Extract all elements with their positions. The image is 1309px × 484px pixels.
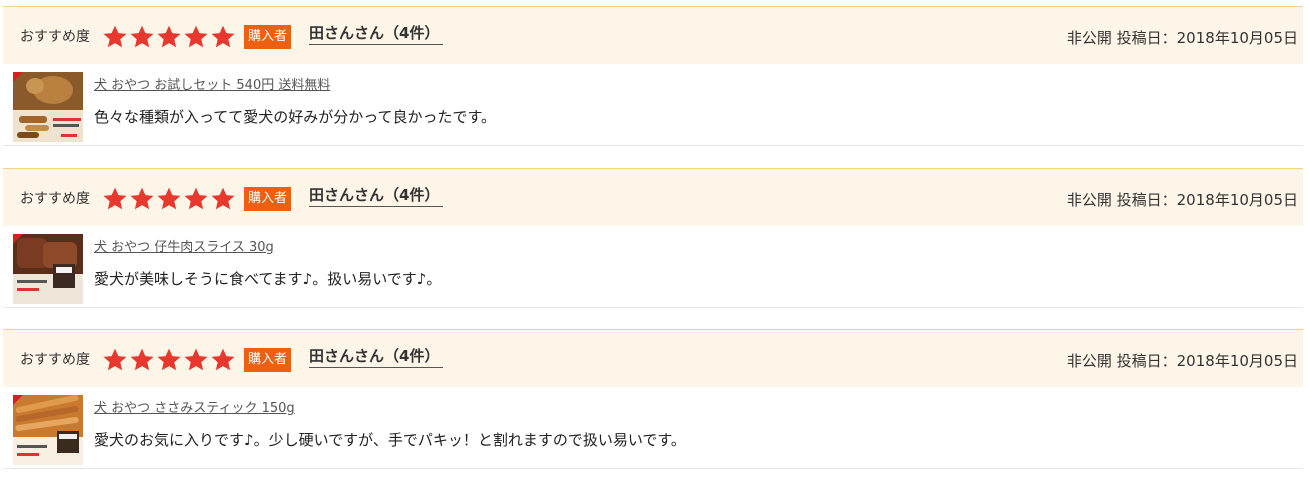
star-icon [102, 24, 129, 50]
review-item: おすすめ度 購入者 田さんさん（4件） 非公開 投稿日：2018年10月05日 [3, 162, 1306, 323]
review-meta: 非公開 投稿日：2018年10月05日 [1066, 29, 1298, 47]
review-body: 犬 おやつ 仔牛肉スライス 30g 愛犬が美味しそうに食べてます♪。扱い易いです… [3, 226, 1303, 308]
review-list: おすすめ度 購入者 田さんさん（4件） 非公開 投稿日：2018年10月05日 [3, 0, 1306, 484]
recommendation-label: おすすめ度 [20, 29, 90, 45]
review-header: おすすめ度 購入者 田さんさん（4件） 非公開 投稿日：2018年10月05日 [3, 6, 1303, 64]
review-body: 犬 おやつ ささみスティック 150g 愛犬のお気に入りです♪。少し硬いですが、… [3, 387, 1303, 469]
product-thumbnail[interactable] [13, 72, 83, 142]
review-item: おすすめ度 購入者 田さんさん（4件） 非公開 投稿日：2018年10月05日 [3, 323, 1306, 484]
divider [3, 468, 1303, 469]
review-item: おすすめ度 購入者 田さんさん（4件） 非公開 投稿日：2018年10月05日 [3, 0, 1306, 162]
reviewer-name-link[interactable]: 田さんさん（4件） [309, 184, 444, 207]
star-icon [156, 347, 183, 373]
reviewer-name-link[interactable]: 田さんさん（4件） [309, 345, 444, 368]
product-thumbnail[interactable] [13, 234, 83, 304]
star-icon [102, 186, 129, 212]
recommendation-label: おすすめ度 [20, 191, 90, 207]
star-icon [183, 347, 210, 373]
star-rating [102, 24, 237, 50]
buyer-badge: 購入者 [244, 348, 292, 372]
review-comment: 愛犬が美味しそうに食べてます♪。扱い易いです♪。 [94, 270, 442, 288]
review-meta: 非公開 投稿日：2018年10月05日 [1066, 352, 1298, 370]
product-link[interactable]: 犬 おやつ ささみスティック 150g [94, 397, 295, 416]
review-body: 犬 おやつ お試しセット 540円 送料無料 色々な種類が入ってて愛犬の好みが分… [3, 64, 1303, 146]
star-icon [183, 24, 210, 50]
recommendation-label: おすすめ度 [20, 352, 90, 368]
review-header: おすすめ度 購入者 田さんさん（4件） 非公開 投稿日：2018年10月05日 [3, 168, 1303, 226]
star-icon [129, 347, 156, 373]
star-icon [210, 24, 237, 50]
star-icon [102, 347, 129, 373]
star-icon [210, 347, 237, 373]
star-rating [102, 186, 237, 212]
review-header: おすすめ度 購入者 田さんさん（4件） 非公開 投稿日：2018年10月05日 [3, 329, 1303, 387]
star-rating [102, 347, 237, 373]
review-comment: 色々な種類が入ってて愛犬の好みが分かって良かったです。 [94, 108, 497, 126]
reviewer-name-link[interactable]: 田さんさん（4件） [309, 22, 444, 45]
product-link[interactable]: 犬 おやつ 仔牛肉スライス 30g [94, 236, 274, 255]
star-icon [129, 186, 156, 212]
product-thumbnail[interactable] [13, 395, 83, 465]
buyer-badge: 購入者 [244, 25, 292, 49]
star-icon [156, 24, 183, 50]
review-comment: 愛犬のお気に入りです♪。少し硬いですが、手でパキッ！と割れますので扱い易いです。 [94, 431, 686, 449]
divider [3, 307, 1303, 308]
review-meta: 非公開 投稿日：2018年10月05日 [1066, 191, 1298, 209]
star-icon [210, 186, 237, 212]
divider [3, 145, 1303, 146]
star-icon [183, 186, 210, 212]
product-link[interactable]: 犬 おやつ お試しセット 540円 送料無料 [94, 74, 330, 93]
star-icon [129, 24, 156, 50]
buyer-badge: 購入者 [244, 187, 292, 211]
star-icon [156, 186, 183, 212]
